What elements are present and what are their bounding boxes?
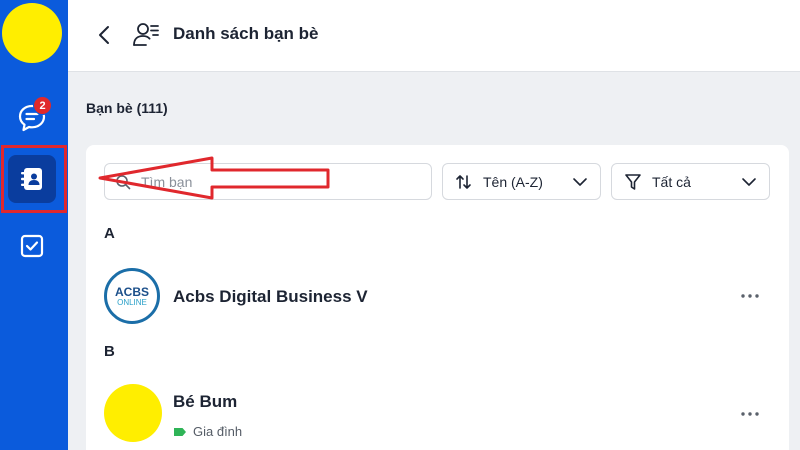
sort-arrows-icon (456, 174, 471, 189)
back-button[interactable] (92, 22, 116, 48)
checkbox-icon (20, 234, 44, 258)
sort-dropdown[interactable]: Tên (A-Z) (442, 163, 601, 200)
friend-count-label: Bạn bè (111) (86, 100, 168, 116)
nav-todo-button[interactable] (8, 222, 56, 270)
tag-icon (174, 427, 186, 436)
search-icon (116, 175, 131, 190)
contact-avatar (104, 384, 162, 442)
friend-list-icon (133, 23, 159, 46)
contact-avatar: ACBS ONLINE (104, 268, 160, 324)
search-box[interactable] (104, 163, 432, 200)
unread-badge: 2 (33, 96, 52, 115)
chevron-down-icon (742, 177, 756, 186)
sort-selected-label: Tên (A-Z) (483, 173, 543, 190)
more-dots-icon (741, 294, 759, 298)
search-input[interactable] (141, 164, 421, 199)
contact-row[interactable]: ACBS ONLINE Acbs Digital Business V (104, 268, 774, 328)
contact-tag-label: Gia đình (193, 424, 243, 439)
more-dots-icon (741, 412, 759, 416)
filter-funnel-icon (625, 173, 641, 190)
user-avatar[interactable] (2, 3, 62, 63)
filter-dropdown[interactable]: Tất cả (611, 163, 770, 200)
filter-selected-label: Tất cả (652, 173, 691, 190)
annotation-highlight-box (1, 145, 67, 213)
section-header-a: A (104, 225, 115, 242)
page-title: Danh sách bạn bè (173, 24, 319, 43)
more-options-button[interactable] (738, 404, 762, 424)
nav-rail: 2 (0, 0, 68, 450)
more-options-button[interactable] (738, 286, 762, 306)
contact-name: Acbs Digital Business V (173, 287, 368, 306)
section-header-b: B (104, 343, 115, 360)
contact-tag: Gia đình (173, 424, 242, 439)
chevron-left-icon (99, 26, 109, 44)
chevron-down-icon (573, 177, 587, 186)
contact-row[interactable]: Bé Bum Gia đình (104, 384, 774, 444)
contact-name: Bé Bum (173, 392, 238, 411)
page-header: Danh sách bạn bè (68, 0, 800, 72)
acbs-logo-text: ACBS (114, 284, 149, 299)
acbs-logo-subtext: ONLINE (117, 297, 147, 307)
